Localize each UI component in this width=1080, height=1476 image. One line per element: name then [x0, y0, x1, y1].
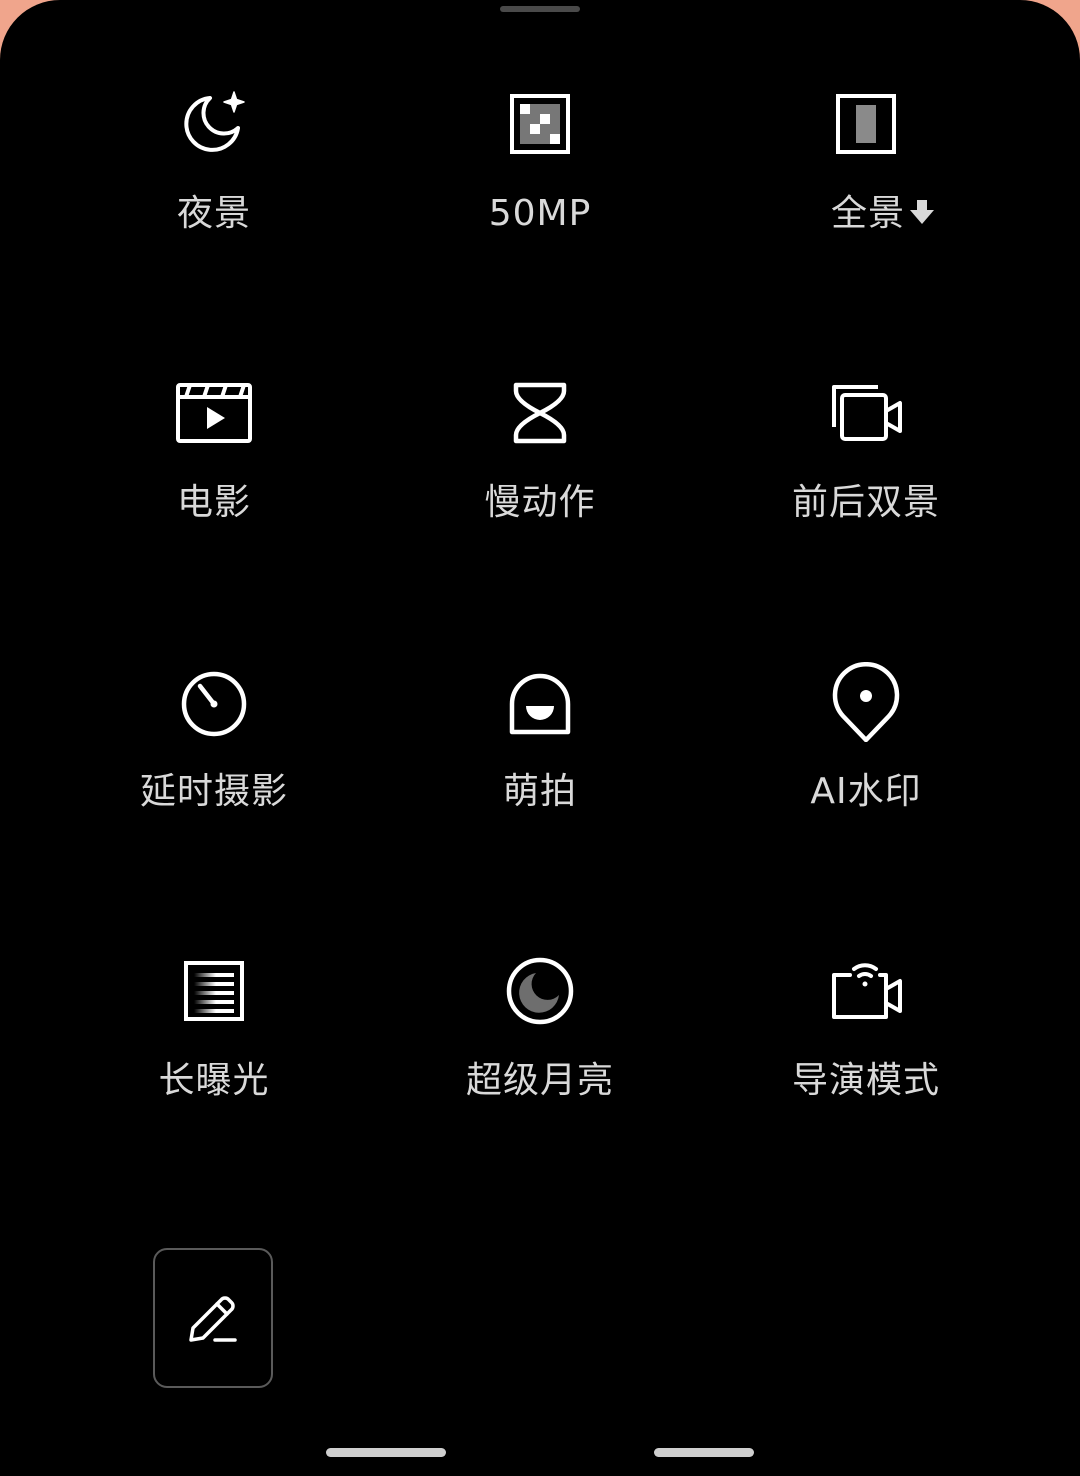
hourglass-icon: [500, 373, 580, 453]
dual-video-icon: [826, 373, 906, 453]
panorama-icon: [826, 84, 906, 164]
mode-movie[interactable]: 电影: [74, 373, 354, 593]
cute-face-icon: [500, 662, 580, 742]
movie-clapper-icon: [174, 373, 254, 453]
mode-label: 慢动作: [484, 482, 596, 523]
mode-label-wrap: 全景: [726, 192, 1006, 237]
mode-night[interactable]: 夜景: [74, 84, 354, 304]
pencil-icon: [189, 1296, 237, 1342]
mode-cute-shot[interactable]: 萌拍: [400, 662, 680, 882]
mode-label: 萌拍: [502, 771, 577, 812]
mode-label: 导演模式: [791, 1060, 940, 1101]
nav-gesture-bar[interactable]: [326, 1448, 446, 1457]
mode-long-exposure[interactable]: 长曝光: [74, 951, 354, 1171]
edit-modes-button[interactable]: [153, 1248, 273, 1388]
night-moon-icon: [174, 84, 254, 164]
mode-label: 夜景: [176, 193, 251, 234]
timelapse-dial-icon: [174, 662, 254, 742]
mode-panorama[interactable]: 全景: [726, 84, 1006, 304]
mode-director[interactable]: 导演模式: [726, 951, 1006, 1171]
download-arrow-icon: [909, 193, 935, 237]
mode-label: 全景: [830, 193, 905, 234]
mode-slow-motion[interactable]: 慢动作: [400, 373, 680, 593]
mode-label: 长曝光: [158, 1060, 270, 1101]
mode-label: 50MP: [488, 193, 592, 234]
mode-label: 延时摄影: [139, 771, 288, 812]
mode-label: 电影: [176, 482, 251, 523]
mode-ai-watermark[interactable]: AI水印: [726, 662, 1006, 882]
nav-gesture-bar[interactable]: [654, 1448, 754, 1457]
mode-super-moon[interactable]: 超级月亮: [400, 951, 680, 1171]
long-exposure-icon: [174, 951, 254, 1031]
mode-label: AI水印: [810, 771, 922, 812]
mode-timelapse[interactable]: 延时摄影: [74, 662, 354, 882]
mode-label: 前后双景: [791, 482, 940, 523]
drag-handle[interactable]: [500, 6, 580, 12]
location-pin-icon: [826, 662, 906, 742]
50mp-grid-icon: [500, 84, 580, 164]
camera-more-modes-panel: 夜景 50MP 全景 电影 慢动作 前后双景 延时摄影 萌拍 AI水印 长曝光 …: [0, 0, 1080, 1476]
mode-dual-view[interactable]: 前后双景: [726, 373, 1006, 593]
mode-label: 超级月亮: [465, 1060, 614, 1101]
mode-50mp[interactable]: 50MP: [400, 84, 680, 304]
director-camera-icon: [826, 951, 906, 1031]
super-moon-icon: [500, 951, 580, 1031]
